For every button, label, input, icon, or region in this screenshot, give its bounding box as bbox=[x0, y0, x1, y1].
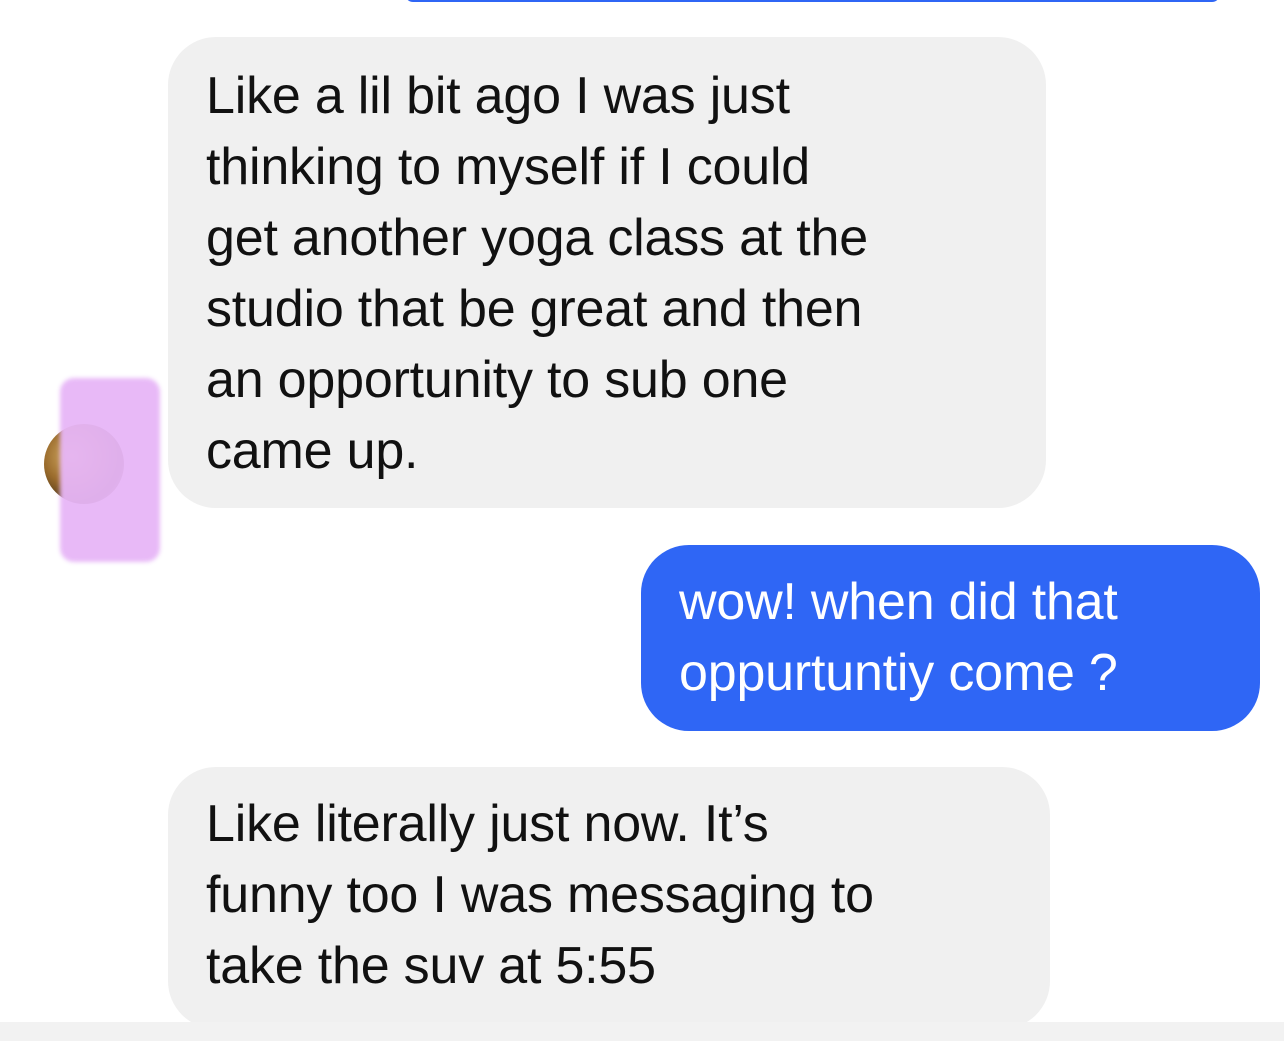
composer-edge bbox=[0, 1022, 1284, 1041]
incoming-message-bubble[interactable]: Like a lil bit ago I was just thinking t… bbox=[168, 37, 1046, 508]
contact-avatar[interactable] bbox=[44, 378, 164, 566]
message-thread: Like a lil bit ago I was just thinking t… bbox=[0, 0, 1284, 1041]
previous-outgoing-bubble-edge bbox=[405, 0, 1220, 2]
incoming-message-bubble[interactable]: Like literally just now. It’s funny too … bbox=[168, 767, 1050, 1029]
outgoing-message-bubble[interactable]: wow! when did that oppurtuntiy come ? bbox=[641, 545, 1260, 731]
redaction-mark bbox=[60, 378, 160, 562]
